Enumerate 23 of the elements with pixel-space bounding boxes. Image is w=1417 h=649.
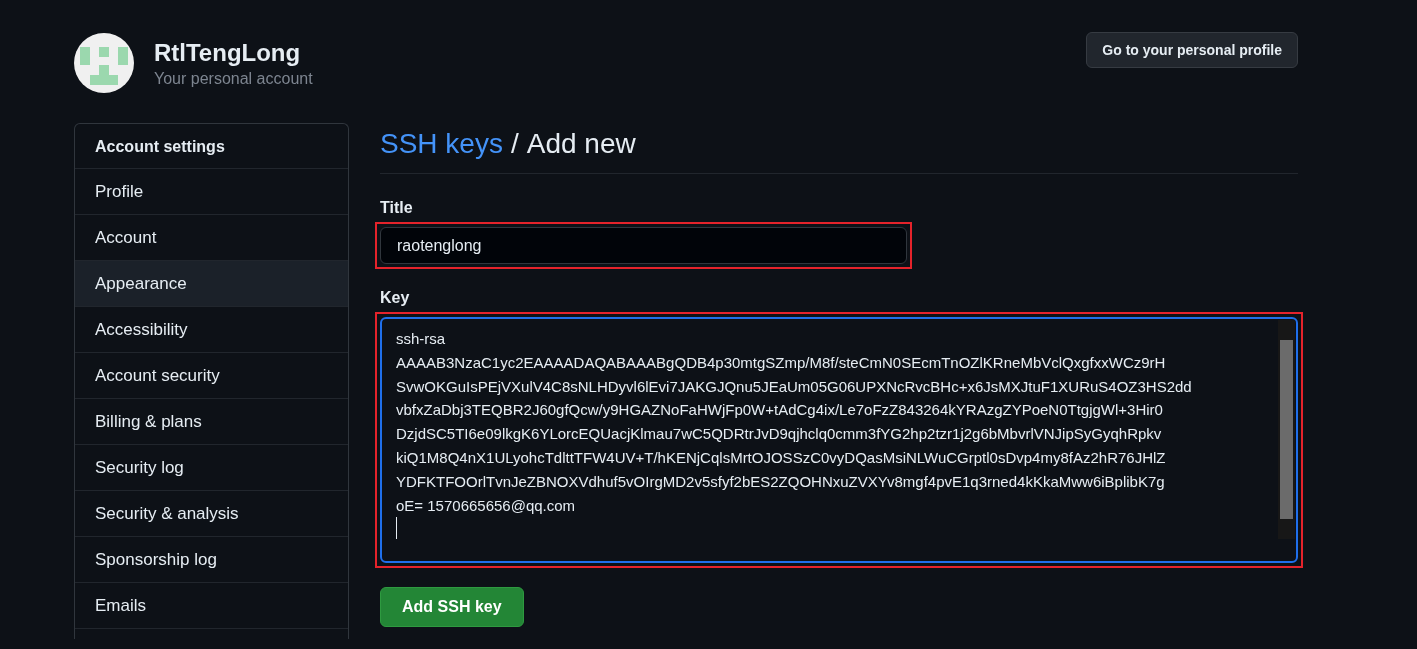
key-field[interactable]: ssh-rsa AAAAB3NzaC1yc2EAAAADAQABAAABgQDB4p30mtgSZmp/M8f/steCmN0SEcmTnOZlKRneMbVclQxgfxxWCz9rH SvwOKGuIsPEjVXulV4C8sNLHDyvl6lEvi7JAKGJQnu5JEaUm05G06UPXNcRvcBHc+x6JsMXJtuF1XURuS4OZ3HS2dd vbfxZaDbj3TEQBR2J60gfQcw/y9HGAZNoFaHWjFp0W+tAdCg4ix/Le7oFzZ843264kYRAzgZYPoeN0TtgjgWl+3Hir0 DzjdSC5TI6e09lkgK6YLorcEQUacjKlmau7wC5QDRtrJvD9qjhclq0cmm3fYG2hp2tzr1j2g6bMbvrlVNJipSyGyqhRpkv kiQ1M8Q4nX1ULyohcTdlttTFW4UV+T/hKENjCqlsMrtOJOSSzC0vyDQasMsiNLWuCGrptl0sDvp4my8fAz2hR76JHlZ YDFKTFOOrlTvnJeZBNOXVdhuf5vOIrgMD2v5sfyf2bES2ZQOHNxuZVXYv8mgf4pvE1q3rned4kKkaMww6iBplibK7g oE= 1570665656@qq.com	[380, 317, 1298, 563]
sidebar-item[interactable]: Sponsorship log	[75, 537, 348, 583]
sidebar-item[interactable]: Accessibility	[75, 307, 348, 353]
sidebar-item[interactable]: Profile	[75, 169, 348, 215]
breadcrumb-separator: /	[510, 128, 519, 160]
field-label: Key	[380, 289, 411, 307]
page-title: Add new	[526, 128, 636, 160]
profile-button[interactable]: Go to your personal profile	[1086, 32, 1298, 68]
sidebar-item[interactable]: Security log	[75, 445, 348, 491]
sidebar-item[interactable]: Emails	[75, 583, 348, 629]
sidebar-item[interactable]: Appearance	[75, 261, 348, 307]
ssh-keys-link[interactable]: SSH keys	[380, 128, 503, 160]
field-label: Title	[380, 199, 414, 217]
sidebar-item[interactable]: Security & analysis	[75, 491, 348, 537]
menu-heading: Account settings	[75, 124, 348, 169]
title-field[interactable]: raotenglong	[380, 227, 907, 264]
account-name: RtlTengLong	[154, 38, 302, 67]
account-subtitle: Your personal account	[154, 69, 313, 88]
avatar-icon	[74, 33, 134, 93]
add-ssh-key-button[interactable]: Add SSH key	[380, 587, 524, 627]
sidebar-item[interactable]: Billing & plans	[75, 399, 348, 445]
sidebar-item[interactable]: Account security	[75, 353, 348, 399]
scrollbar[interactable]	[1278, 320, 1295, 539]
